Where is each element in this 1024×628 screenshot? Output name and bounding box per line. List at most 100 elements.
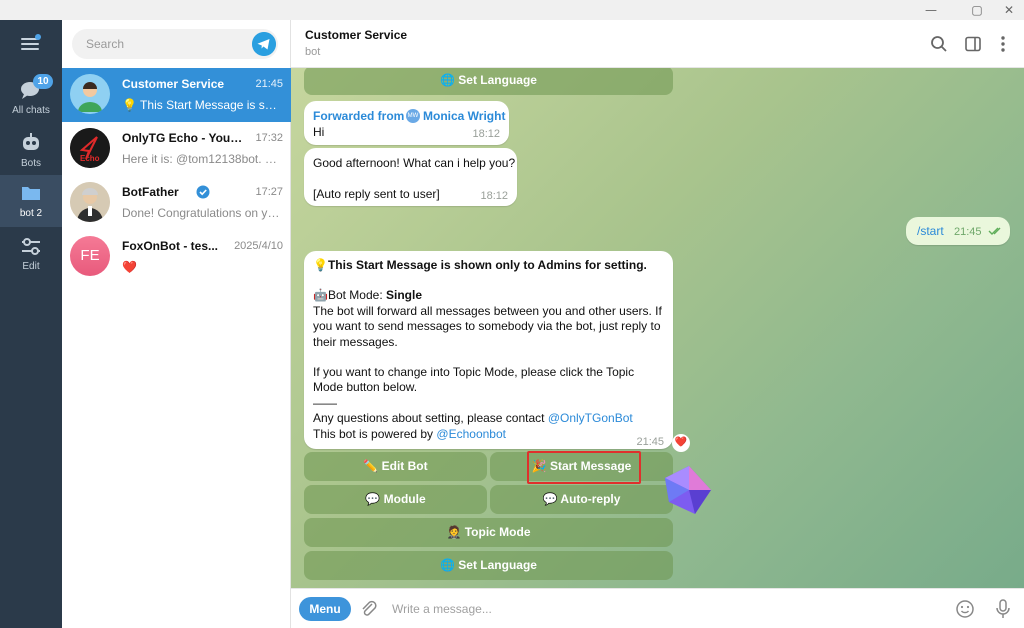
chat-subtitle: bot [305,46,321,58]
command-link[interactable]: /start [917,224,944,238]
folder-label: All chats [12,105,50,116]
chat-time: 21:45 [255,78,283,90]
folder-icon [22,187,40,200]
set-language-button[interactable]: 🌐 Set Language [304,551,673,580]
message-input[interactable]: Write a message... [392,602,492,616]
chat-preview: Here it is: @tom12138bot. Wh... [122,152,282,166]
folder-rail: 10 All chats Bots bot 2 Edit [0,20,62,628]
outgoing-message: /start 21:45 [906,217,1010,245]
chat-preview: ❤️ [122,260,137,274]
mw-avatar: MW [406,109,420,123]
forwarded-sender[interactable]: Monica Wright [423,109,505,123]
chat-time: 2025/4/10 [234,240,283,252]
chat-title[interactable]: Customer Service [305,28,407,42]
bot-mode-label: Bot Mode: [327,288,386,303]
maximize-button[interactable]: ▢ [962,0,992,20]
more-options-icon[interactable] [993,34,1013,54]
folder-label: bot 2 [19,208,43,219]
robot-icon [23,133,39,150]
set-language-button-top[interactable]: 🌐 Set Language [304,68,673,95]
search-placeholder: Search [86,37,125,51]
message-history[interactable]: 🌐 Set Language Forwarded from MW Monica … [291,68,1024,588]
start-message: 💡This Start Message is shown only to Adm… [304,251,673,449]
chat-time: 17:27 [255,186,283,198]
bot-mode-value: Single [385,288,422,303]
folder-label: Bots [20,158,41,169]
chat-area: Customer Service bot 🌐 Set Language Forw… [291,20,1024,628]
chat-preview: Done! Congratulations on you... [122,206,282,220]
start-paragraph-2: If you want to change into Topic Mode, p… [313,365,635,395]
botfather-avatar-icon [70,182,110,222]
notification-dot [35,34,41,40]
crystal-gem-icon [665,466,711,514]
bot-icon-chat-name: Customer Service [122,77,225,91]
avatar: Echo [70,128,110,168]
chat-item-botfather[interactable]: BotFather 17:27 Done! Congratulations on… [62,176,291,230]
powered-link[interactable]: @Echoonbot [436,427,506,441]
minimize-button[interactable]: — [916,0,946,20]
support-agent-avatar-icon [70,74,110,114]
unread-badge: 10 [33,74,53,89]
edit-bot-button[interactable]: ✏️ Edit Bot [304,452,487,481]
bot-mode-line: 🤖Bot Mode: Single [313,288,667,303]
emoji-icon[interactable] [955,599,975,619]
bot-menu-button[interactable]: Menu [299,597,351,621]
folder-all-chats[interactable]: 10 All chats [0,72,62,124]
window-titlebar: — ▢ ✕ [0,0,1024,20]
heart-reaction[interactable]: ❤️ [672,434,690,452]
forwarded-label: Forwarded from [313,109,405,123]
start-title: This Start Message is shown only to Admi… [327,258,647,272]
search-icon[interactable] [929,34,949,54]
robot-emoji-icon: 🤖 [313,288,328,303]
chat-header: Customer Service bot [291,20,1024,68]
forwarded-message: Forwarded from MW Monica Wright Hi 18:12 [304,101,509,145]
avatar [70,182,110,222]
avatar [70,74,110,114]
folder-bots[interactable]: Bots [0,125,62,177]
message-time: 18:12 [480,190,508,202]
chat-preview: 💡 This Start Message is show... [122,98,282,112]
chat-name: FoxOnBot - tes... [122,239,218,253]
chat-name: BotFather [122,185,179,199]
chat-time: 17:32 [255,132,283,144]
message-time: 18:12 [472,128,500,140]
message-time: 21:45 [954,226,982,238]
telegram-logo-icon[interactable] [252,32,276,56]
chat-list-panel: Search Customer Service 21:45 💡 This Sta… [62,20,291,628]
message-text: Good afternoon! What can i help you? [313,156,516,170]
start-title-line: 💡This Start Message is shown only to Adm… [313,258,667,273]
microphone-icon[interactable] [994,598,1012,620]
topic-mode-button[interactable]: 🤵 Topic Mode [304,518,673,547]
folder-edit[interactable]: Edit [0,228,62,280]
chat-item-onlytg-echo[interactable]: Echo OnlyTG Echo - Your ... 17:32 Here i… [62,122,291,176]
auto-reply-button[interactable]: 💬 Auto-reply [490,485,673,514]
message-note: [Auto reply sent to user] [313,187,440,201]
search-input[interactable]: Search [72,29,278,59]
chat-item-foxonbot[interactable]: FE FoxOnBot - tes... 2025/4/10 ❤️ [62,230,291,284]
contact-link[interactable]: @OnlyTGonBot [548,411,633,425]
powered-line: This bot is powered by @Echoonbot [313,427,667,442]
start-paragraph-1: The bot will forward all messages betwee… [313,303,662,349]
hamburger-menu-icon[interactable] [21,38,41,52]
contact-line: Any questions about setting, please cont… [313,411,667,426]
attach-paperclip-icon[interactable] [359,599,379,619]
module-button[interactable]: 💬 Module [304,485,487,514]
chat-name: OnlyTG Echo - Your ... [122,131,244,145]
double-check-icon [988,227,1001,235]
highlight-box [527,451,641,484]
contact-text: Any questions about setting, please cont… [313,411,548,426]
avatar-initials: FE [70,236,110,276]
avatar-text: Echo [80,154,100,163]
separator-line: —— [313,395,337,410]
auto-reply-message: Good afternoon! What can i help you? [Au… [304,148,517,206]
folder-label: Edit [22,261,40,272]
chat-item-customer-service[interactable]: Customer Service 21:45 💡 This Start Mess… [62,68,291,122]
verified-icon [196,185,210,199]
lightbulb-icon: 💡 [313,258,328,272]
close-window-button[interactable]: ✕ [994,0,1024,20]
powered-text: This bot is powered by [313,426,437,441]
sliders-icon [22,238,40,255]
message-time: 21:45 [636,436,664,448]
folder-bot-2[interactable]: bot 2 [0,175,62,227]
sidebar-toggle-icon[interactable] [963,34,983,54]
